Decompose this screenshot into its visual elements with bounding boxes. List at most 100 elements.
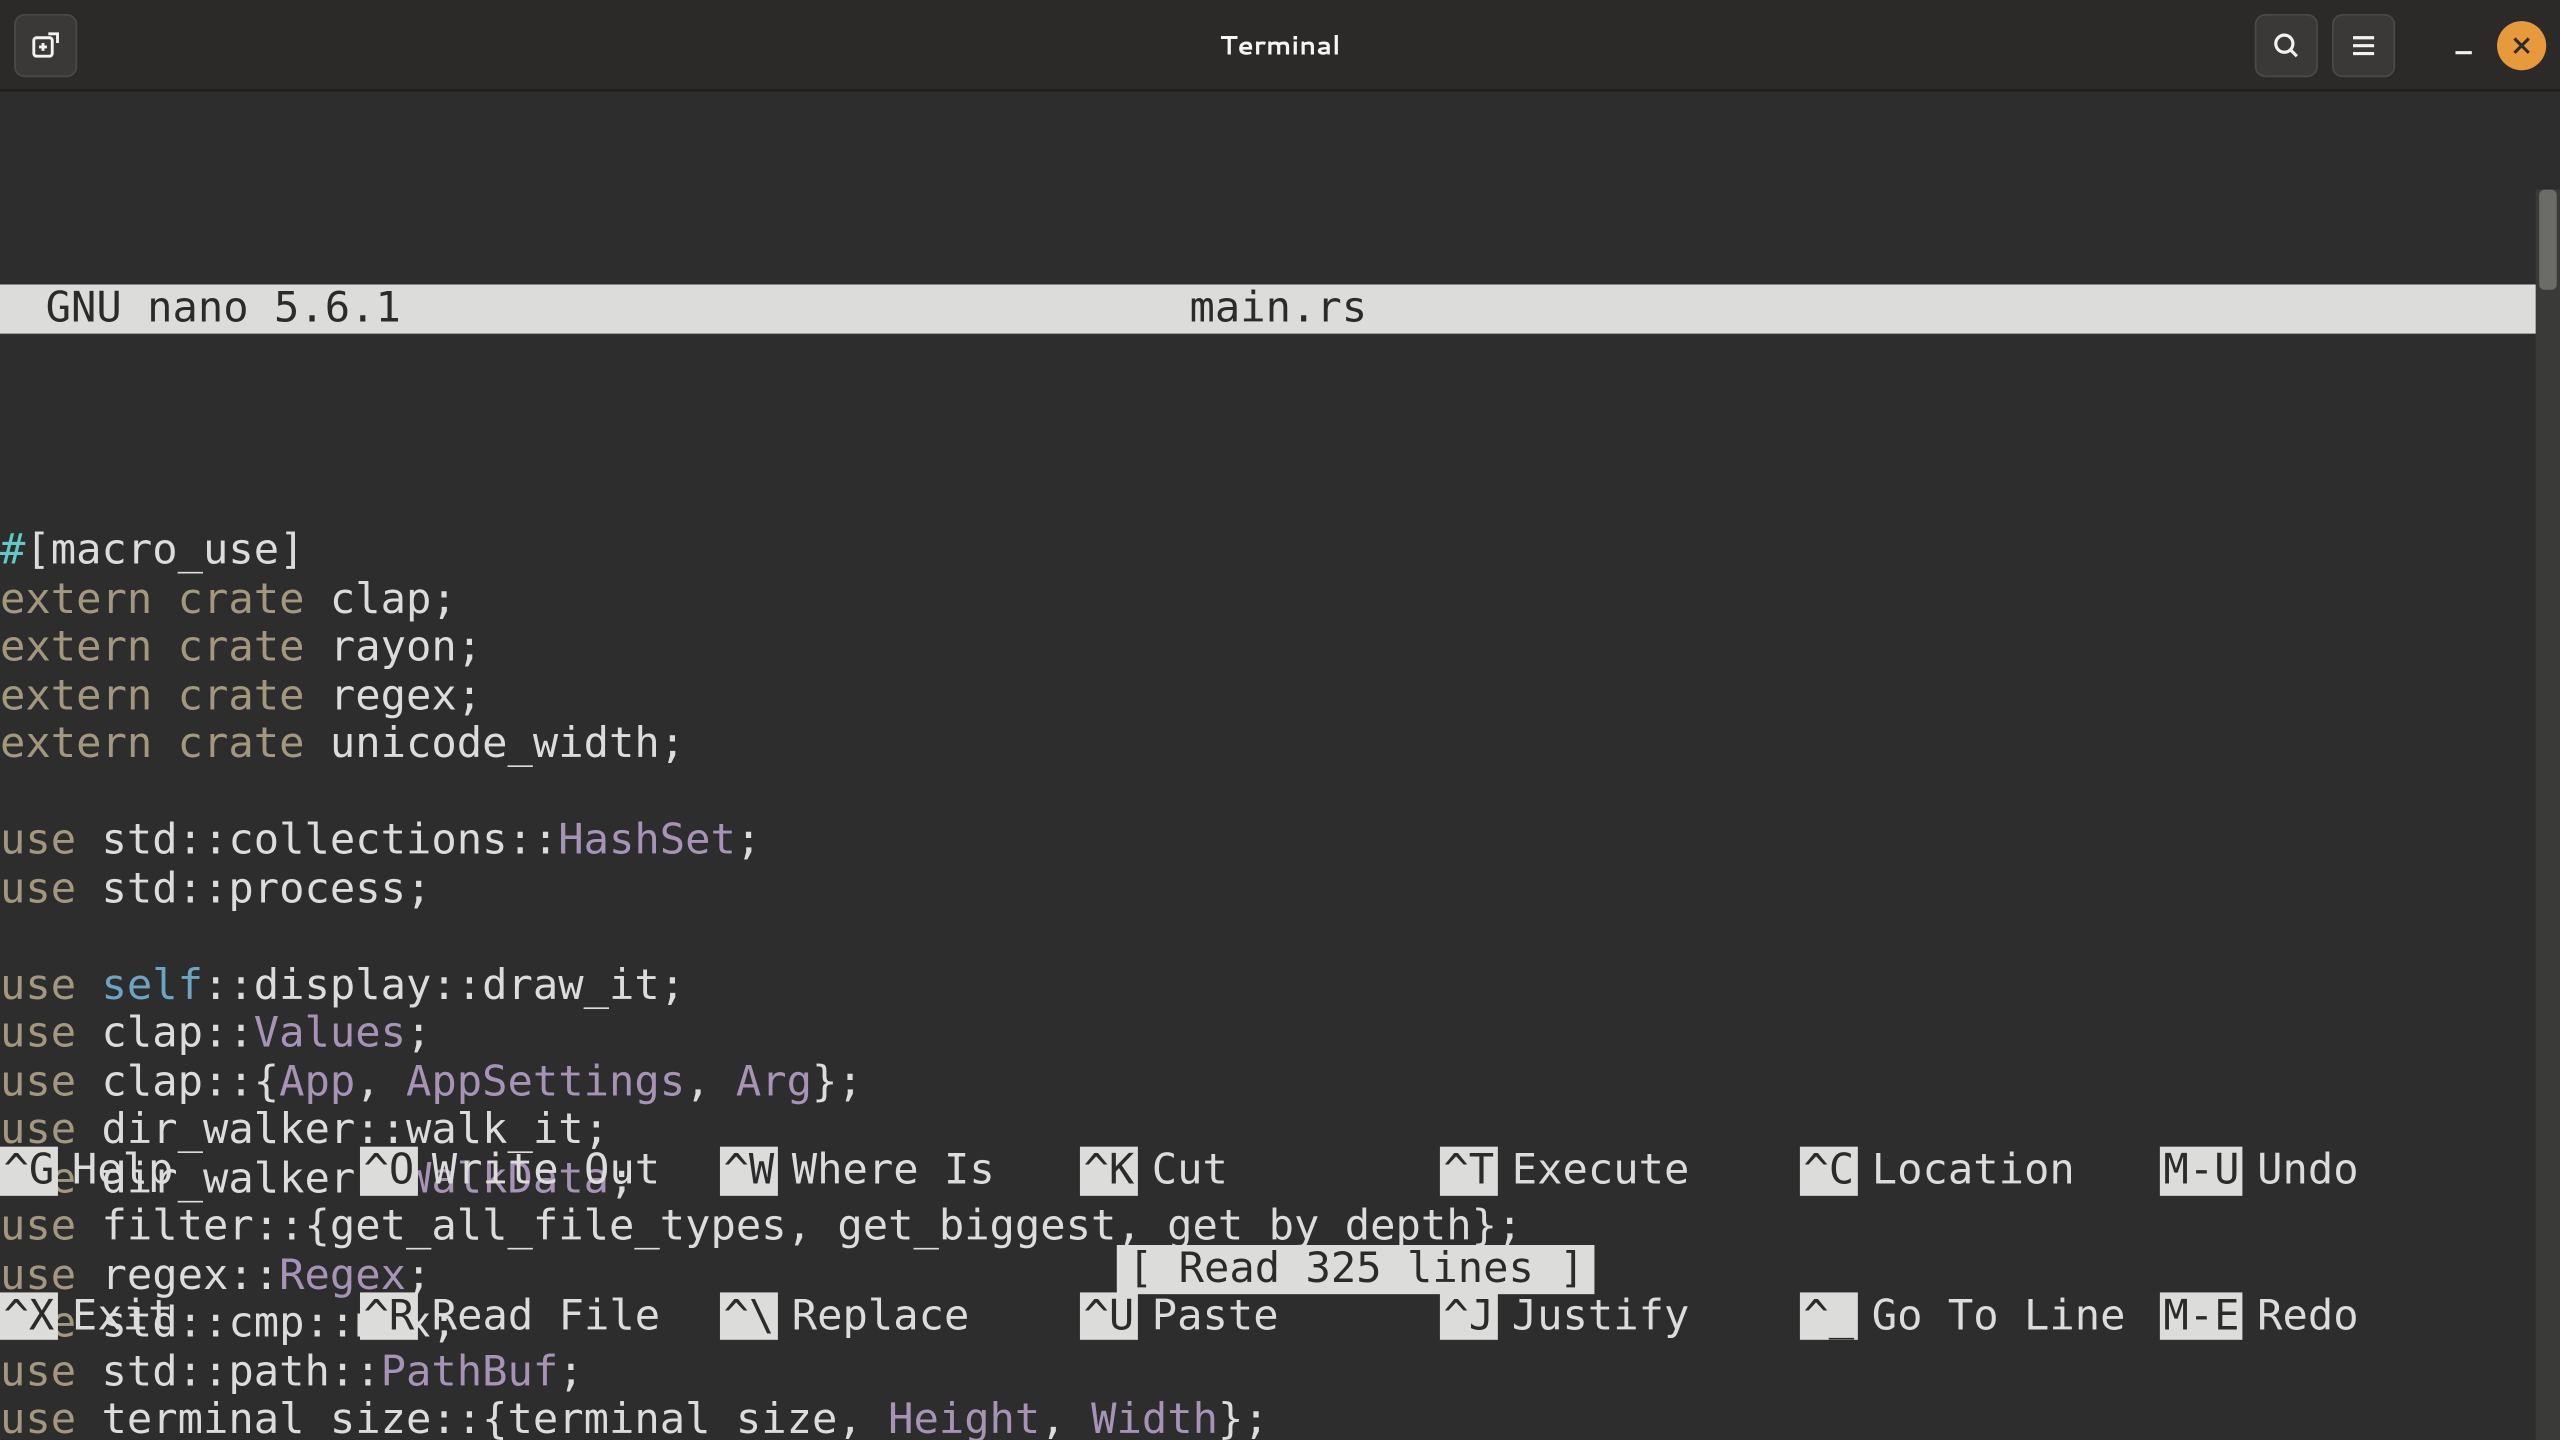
code-token: [macro_use] — [25, 525, 304, 574]
shortcut-label: Write Out — [432, 1147, 660, 1195]
shortcut-label: Read File — [432, 1292, 660, 1340]
terminal-scrollbar[interactable] — [2536, 190, 2560, 1440]
shortcut-execute: ^T Execute — [1440, 1147, 1800, 1195]
code-line: extern crate regex; — [0, 672, 2560, 720]
shortcut-label: Redo — [2257, 1292, 2358, 1340]
code-line: #[macro_use] — [0, 527, 2560, 575]
code-token: ; — [736, 815, 761, 864]
code-line: extern crate rayon; — [0, 623, 2560, 671]
code-token: use — [0, 960, 76, 1009]
code-line: extern crate unicode_width; — [0, 720, 2560, 768]
code-token: rayon; — [305, 622, 483, 671]
shortcut-label: Location — [1872, 1147, 2075, 1195]
shortcut-label: Where Is — [792, 1147, 995, 1195]
shortcut-label: Execute — [1512, 1147, 1690, 1195]
code-token: use — [0, 815, 76, 864]
close-icon — [2509, 32, 2534, 57]
code-token: std::process; — [76, 863, 431, 912]
code-token: regex; — [305, 670, 483, 719]
code-token — [76, 960, 101, 1009]
shortcut-key: ^K — [1080, 1147, 1138, 1195]
code-line — [0, 913, 2560, 961]
minimize-button[interactable] — [2444, 31, 2483, 59]
shortcut-key: ^O — [360, 1147, 418, 1195]
code-token: crate — [178, 670, 305, 719]
shortcut-key: ^\ — [720, 1292, 778, 1340]
code-line: extern crate clap; — [0, 575, 2560, 623]
code-token: std::collections:: — [76, 815, 558, 864]
nano-shortcut-bar: ^G Help ^O Write Out ^W Where Is ^K Cut ^T Execut… — [0, 1050, 2560, 1440]
shortcut-label: Replace — [792, 1292, 970, 1340]
code-token: ::display::draw_it; — [203, 960, 685, 1009]
shortcut-key: ^C — [1800, 1147, 1858, 1195]
nano-file-name: main.rs — [0, 284, 2557, 332]
code-token: use — [0, 863, 76, 912]
shortcut-key: ^G — [0, 1147, 58, 1195]
shortcut-key: M-E — [2160, 1292, 2243, 1340]
hamburger-icon — [2348, 29, 2380, 61]
shortcut-key: ^W — [720, 1147, 778, 1195]
code-line: use self::display::draw_it; — [0, 961, 2560, 1009]
shortcut-justify: ^J Justify — [1440, 1292, 1800, 1340]
code-token: crate — [178, 622, 305, 671]
shortcut-read-file: ^R Read File — [360, 1292, 720, 1340]
code-token: extern — [0, 573, 152, 622]
window-title: Terminal — [0, 30, 2560, 60]
close-button[interactable] — [2497, 20, 2546, 69]
code-token: HashSet — [558, 815, 736, 864]
code-line — [0, 768, 2560, 816]
shortcut-redo: M-E Redo — [2160, 1292, 2520, 1340]
shortcut-key: ^R — [360, 1292, 418, 1340]
shortcut-go-to-line: ^_ Go To Line — [1800, 1292, 2160, 1340]
code-token — [152, 573, 177, 622]
shortcut-key: ^_ — [1800, 1292, 1858, 1340]
code-token — [152, 718, 177, 767]
code-token: unicode_width; — [305, 718, 686, 767]
hamburger-menu-button[interactable] — [2332, 13, 2395, 76]
shortcut-label: Cut — [1152, 1147, 1228, 1195]
shortcut-paste: ^U Paste — [1080, 1292, 1440, 1340]
code-token — [152, 670, 177, 719]
shortcut-write-out: ^O Write Out — [360, 1147, 720, 1195]
code-token: extern — [0, 670, 152, 719]
code-token: # — [0, 525, 25, 574]
new-tab-button[interactable] — [14, 13, 77, 76]
shortcut-exit: ^X Exit — [0, 1292, 360, 1340]
code-token: crate — [178, 573, 305, 622]
code-token: crate — [178, 718, 305, 767]
shortcut-key: ^X — [0, 1292, 58, 1340]
search-button[interactable] — [2255, 13, 2318, 76]
shortcut-label: Undo — [2257, 1147, 2358, 1195]
shortcut-label: Help — [72, 1147, 173, 1195]
shortcut-key: ^U — [1080, 1292, 1138, 1340]
shortcut-key: ^T — [1440, 1147, 1498, 1195]
code-token: clap; — [305, 573, 457, 622]
shortcut-key: M-U — [2160, 1147, 2243, 1195]
nano-header-bar: GNU nano 5.6.1 main.rs — [0, 284, 2557, 333]
window-titlebar: Terminal — [0, 0, 2560, 91]
code-token: self — [102, 960, 203, 1009]
search-icon — [2271, 29, 2303, 61]
shortcut-label: Go To Line — [1872, 1292, 2126, 1340]
shortcut-where-is: ^W Where Is — [720, 1147, 1080, 1195]
new-tab-icon — [30, 29, 62, 61]
shortcut-label: Justify — [1512, 1292, 1690, 1340]
code-line: use std::collections::HashSet; — [0, 817, 2560, 865]
shortcut-key: ^J — [1440, 1292, 1498, 1340]
shortcut-replace: ^\ Replace — [720, 1292, 1080, 1340]
code-token — [152, 622, 177, 671]
code-token: extern — [0, 622, 152, 671]
shortcut-undo: M-U Undo — [2160, 1147, 2520, 1195]
shortcut-location: ^C Location — [1800, 1147, 2160, 1195]
shortcut-row-2: ^X Exit ^R Read File ^\ Replace ^U Paste ^J Justi… — [0, 1292, 2560, 1340]
minimize-icon — [2450, 31, 2478, 59]
shortcut-label: Exit — [72, 1292, 173, 1340]
shortcut-label: Paste — [1152, 1292, 1279, 1340]
code-token: extern — [0, 718, 152, 767]
scrollbar-thumb[interactable] — [2539, 190, 2557, 290]
shortcut-cut: ^K Cut — [1080, 1147, 1440, 1195]
shortcut-row-1: ^G Help ^O Write Out ^W Where Is ^K Cut ^T Execut… — [0, 1147, 2560, 1195]
terminal-viewport[interactable]: GNU nano 5.6.1 main.rs #[macro_use]exter… — [0, 91, 2560, 1440]
code-line: use std::process; — [0, 865, 2560, 913]
shortcut-help: ^G Help — [0, 1147, 360, 1195]
